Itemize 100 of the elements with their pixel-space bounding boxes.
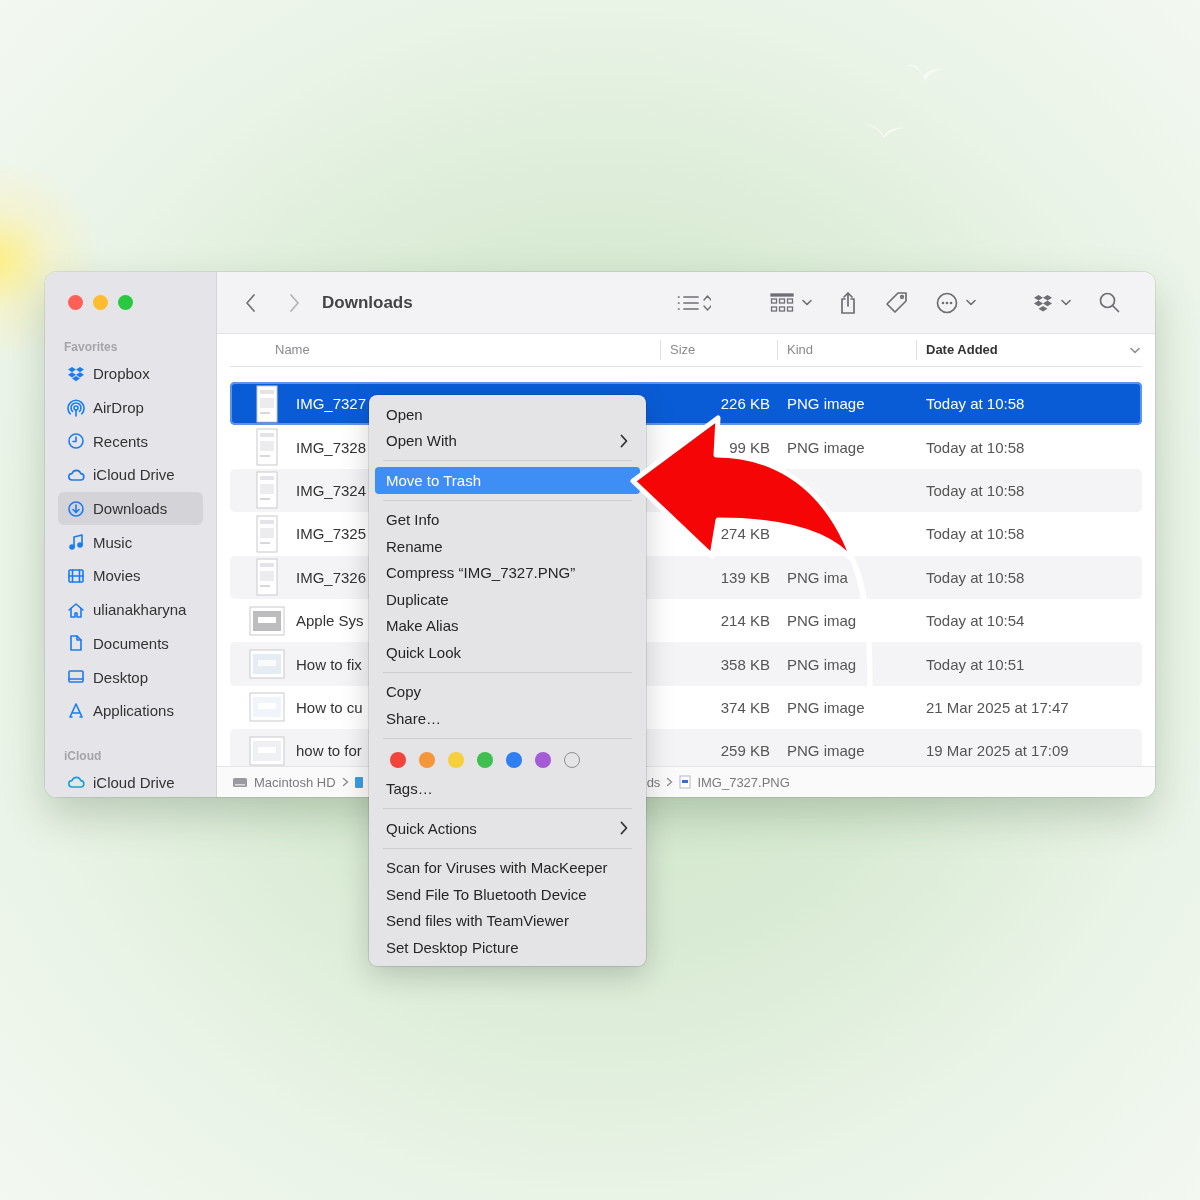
- sidebar-item[interactable]: Documents: [58, 626, 203, 661]
- box-icon[interactable]: [1032, 293, 1053, 312]
- table-cell-text: PNG imag: [786, 655, 857, 673]
- table-cell-text: 214 KB: [719, 612, 770, 630]
- folder-icon: [354, 775, 363, 789]
- sidebar-item[interactable]: Dropbox: [58, 357, 203, 391]
- zoom-icon[interactable]: [118, 295, 133, 310]
- column-header[interactable]: Kind: [777, 340, 916, 360]
- chevron-icon: [1060, 299, 1071, 306]
- window-title: Downloads: [322, 292, 413, 313]
- more-icon[interactable]: [935, 291, 958, 314]
- thumbnail-icon: [249, 692, 285, 723]
- menu-item[interactable]: Open With: [375, 427, 640, 454]
- menu-item[interactable]: Scan for Viruses with MacKeeper: [375, 854, 640, 881]
- column-header[interactable]: Name: [275, 340, 660, 360]
- chevron-icon: [965, 299, 976, 306]
- menu-item[interactable]: Quick Look: [375, 639, 640, 666]
- forward-icon[interactable]: [288, 292, 300, 313]
- table-cell-text: Today at 10:51: [925, 655, 1025, 673]
- section-heading: Favorites: [63, 339, 119, 356]
- sidebar-item[interactable]: Applications: [58, 693, 203, 728]
- path-item[interactable]: Macintosh HD: [254, 774, 336, 790]
- chevron-icon: [1130, 346, 1140, 354]
- file-icon: [679, 775, 692, 789]
- column-header[interactable]: Date Added: [916, 340, 1142, 360]
- apps-icon: [67, 701, 85, 720]
- table-cell: How to fix: [296, 655, 362, 673]
- sidebar-item[interactable]: ulianakharyna: [58, 592, 203, 627]
- grid-view-icon[interactable]: [769, 292, 794, 313]
- menu-item[interactable]: Duplicate: [375, 586, 640, 613]
- home-icon: [67, 600, 85, 619]
- sidebar-item[interactable]: AirDrop: [58, 390, 203, 425]
- document-icon: [67, 634, 85, 653]
- path-item[interactable]: ds: [646, 774, 661, 790]
- list-view-icon[interactable]: [676, 293, 711, 312]
- menu-item[interactable]: Compress “IMG_7327.PNG”: [375, 559, 640, 586]
- menu-item[interactable]: Send files with TeamViewer: [375, 907, 640, 934]
- table-cell-text: PNG image: [786, 438, 865, 456]
- back-icon[interactable]: [245, 292, 257, 313]
- menu-item[interactable]: Set Desktop Picture: [375, 934, 640, 961]
- table-cell-text: Today at 10:58: [925, 525, 1025, 543]
- sidebar-item[interactable]: Desktop: [58, 660, 203, 694]
- sidebar-item[interactable]: Downloads: [58, 491, 203, 526]
- film-icon: [67, 566, 85, 585]
- menu-item[interactable]: Send File To Bluetooth Device: [375, 881, 640, 908]
- table-cell: IMG_7325: [296, 525, 367, 543]
- table-cell-text: 274 KB: [719, 525, 770, 543]
- close-icon[interactable]: [68, 295, 83, 310]
- column-header[interactable]: Size: [660, 340, 777, 360]
- table-cell-text: 226 KB: [719, 395, 770, 413]
- signal-icon: [67, 398, 85, 417]
- table-cell: IMG_7324: [296, 481, 367, 499]
- sidebar-item[interactable]: Recents: [58, 424, 203, 459]
- table-cell-text: Today at 10:54: [925, 612, 1025, 630]
- tag-dot[interactable]: [535, 752, 551, 768]
- table-cell-text: PNG image: [786, 698, 865, 716]
- menu-item[interactable]: Copy: [375, 678, 640, 705]
- menu-item[interactable]: Make Alias: [375, 612, 640, 639]
- sidebar-item[interactable]: iCloud Drive: [58, 765, 203, 797]
- table-cell-text: PNG image: [786, 742, 865, 760]
- chevron-icon: [620, 821, 628, 836]
- search-icon[interactable]: [1098, 292, 1120, 313]
- clock-icon: [67, 432, 85, 451]
- path-item[interactable]: IMG_7327.PNG: [697, 774, 790, 790]
- section-heading: iCloud: [63, 747, 103, 765]
- menu-item[interactable]: Rename: [375, 533, 640, 560]
- table-cell-text: 374 KB: [719, 698, 770, 716]
- share-icon[interactable]: [838, 290, 857, 315]
- chevron-icon: [620, 433, 628, 448]
- tag-dot[interactable]: [506, 752, 522, 768]
- table-cell-text: 358 KB: [719, 655, 770, 673]
- download-icon: [67, 499, 85, 518]
- sidebar-item[interactable]: Movies: [58, 559, 203, 593]
- tag-dot[interactable]: [477, 752, 493, 768]
- chevron-icon: [801, 299, 812, 306]
- table-cell-text: 99 KB: [728, 438, 770, 456]
- thumbnail-icon: [249, 649, 285, 680]
- chevron-icon: [666, 777, 674, 787]
- table-cell: IMG_7327: [296, 395, 367, 413]
- table-cell-text: 259 KB: [719, 742, 770, 760]
- table-cell-text: 139 KB: [719, 568, 770, 586]
- table-cell-text: 19 Mar 2025 at 17:09: [925, 742, 1069, 760]
- menu-item[interactable]: Get Info: [375, 506, 640, 533]
- tag-icon[interactable]: [884, 290, 909, 315]
- thumbnail-icon: [249, 605, 285, 636]
- menu-item[interactable]: Share…: [375, 705, 640, 732]
- table-cell-text: PNG image: [786, 395, 865, 413]
- menu-item[interactable]: Open: [375, 401, 640, 428]
- sidebar-item[interactable]: iCloud Drive: [58, 458, 203, 492]
- table-cell: IMG_7328: [296, 438, 367, 456]
- tag-dot[interactable]: [419, 752, 435, 768]
- tag-dot[interactable]: [390, 752, 406, 768]
- menu-item[interactable]: Quick Actions: [375, 815, 640, 842]
- table-cell-text: PNG imag: [786, 612, 857, 630]
- music-note-icon: [67, 533, 85, 552]
- table-cell-text: PNG ima: [786, 568, 848, 586]
- menu-item[interactable]: Tags…: [375, 775, 640, 802]
- sidebar-item[interactable]: Music: [58, 525, 203, 560]
- tag-dot[interactable]: [448, 752, 464, 768]
- table-cell: IMG_7326: [296, 568, 367, 586]
